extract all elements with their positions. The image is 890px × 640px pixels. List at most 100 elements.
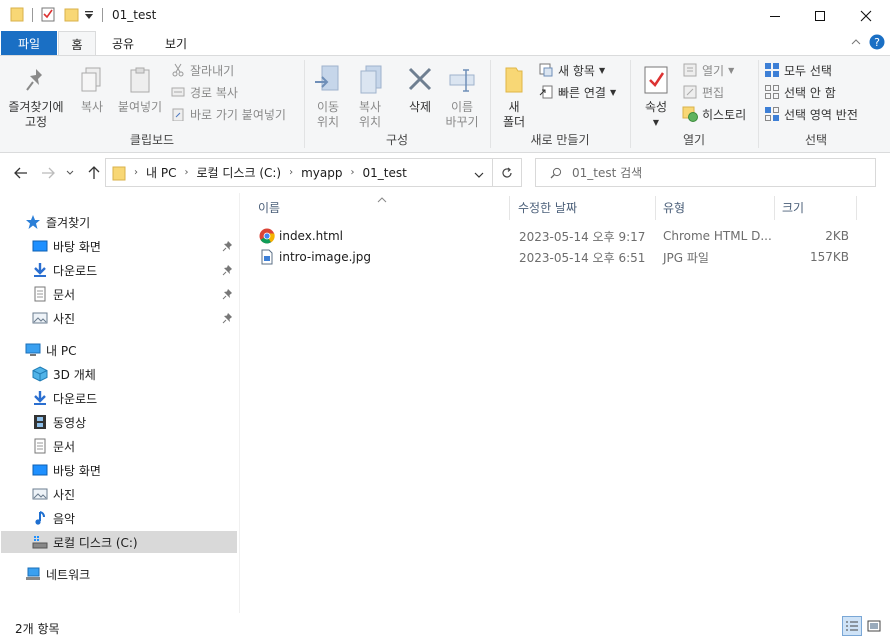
status-item-count: 2개 항목 — [15, 622, 60, 636]
help-icon[interactable]: ? — [869, 34, 885, 53]
nav-network[interactable]: 네트워크 — [25, 563, 90, 585]
up-button[interactable] — [83, 163, 105, 183]
back-button[interactable] — [10, 163, 32, 183]
nav-quick-access[interactable]: 즐겨찾기 — [25, 211, 90, 233]
nav-this-pc[interactable]: 내 PC — [25, 339, 76, 361]
maximize-button[interactable] — [797, 0, 843, 31]
new-item-button[interactable]: 새 항목 ▼ — [538, 60, 605, 80]
open-button[interactable]: 열기 ▼ — [682, 60, 734, 80]
pin-icon[interactable] — [222, 288, 234, 302]
breadcrumb-myapp[interactable]: myapp — [301, 166, 342, 180]
breadcrumb-local-disk[interactable]: 로컬 디스크 (C:) — [196, 164, 281, 181]
column-header-modified[interactable]: 수정한 날짜 — [518, 196, 577, 218]
move-to-label: 이동 위치 — [316, 100, 340, 129]
copy-label: 복사 — [80, 100, 104, 114]
pin-icon[interactable] — [222, 264, 234, 278]
pin-icon[interactable] — [222, 312, 234, 326]
new-folder-quick-icon[interactable] — [64, 6, 80, 26]
easy-access-button[interactable]: 빠른 연결 ▼ — [538, 82, 616, 102]
pin-to-quick-access-button[interactable]: 즐겨찾기에 고정 — [6, 66, 66, 130]
history-button[interactable]: 히스토리 — [682, 104, 746, 124]
nav-downloads[interactable]: 다운로드 — [32, 387, 97, 409]
nav-qa-downloads[interactable]: 다운로드 — [32, 259, 97, 281]
new-item-icon — [538, 62, 554, 78]
nav-pictures[interactable]: 사진 — [32, 483, 75, 505]
details-view-button[interactable] — [842, 616, 862, 636]
pin-icon — [26, 69, 42, 91]
file-row[interactable]: intro-image.jpg 2023-05-14 오후 6:51 JPG 파… — [256, 247, 856, 267]
search-box[interactable]: 01_test 검색 — [535, 158, 876, 187]
file-type: JPG 파일 — [663, 250, 709, 265]
nav-qa-documents[interactable]: 문서 — [32, 283, 75, 305]
nav-qa-desktop[interactable]: 바탕 화면 — [32, 235, 101, 257]
move-to-button[interactable]: 이동 위치 — [308, 64, 348, 130]
properties-quick-icon[interactable] — [40, 6, 56, 26]
chevron-right-icon[interactable]: › — [351, 167, 355, 178]
address-dropdown-icon[interactable] — [474, 168, 484, 182]
delete-button[interactable]: 삭제 — [400, 64, 440, 115]
close-button[interactable] — [843, 0, 889, 31]
breadcrumb-this-pc[interactable]: 내 PC — [146, 164, 176, 181]
chevron-right-icon[interactable]: › — [289, 167, 293, 178]
select-group-label: 선택 — [804, 133, 828, 147]
recent-locations-button[interactable] — [62, 163, 78, 183]
nav-label: 다운로드 — [53, 391, 98, 406]
tab-view[interactable]: 보기 — [152, 31, 200, 55]
window-title: 01_test — [112, 8, 157, 22]
star-icon — [25, 214, 41, 230]
dropdown-arrow-icon: ▼ — [728, 65, 735, 75]
nav-local-disk[interactable]: 로컬 디스크 (C:) — [1, 531, 237, 553]
large-icons-view-button[interactable] — [864, 616, 884, 636]
column-header-size[interactable]: 크기 — [782, 196, 804, 218]
invert-selection-button[interactable]: 선택 영역 반전 — [764, 104, 858, 124]
customize-quick-access-icon[interactable] — [84, 9, 94, 29]
column-header-type[interactable]: 유형 — [663, 196, 685, 218]
svg-text:?: ? — [874, 36, 880, 49]
refresh-button[interactable] — [492, 158, 522, 187]
file-row[interactable]: index.html 2023-05-14 오후 9:17 Chrome HTM… — [256, 226, 856, 246]
edit-button[interactable]: 편집 — [682, 82, 724, 102]
cut-button[interactable]: 잘라내기 — [170, 60, 234, 80]
chrome-icon — [259, 226, 275, 246]
column-header-name[interactable]: 이름 — [258, 196, 280, 218]
address-bar[interactable]: › 내 PC › 로컬 디스크 (C:) › myapp › 01_test — [105, 158, 493, 187]
new-folder-button[interactable]: 새 폴더 — [496, 64, 532, 130]
invert-selection-label: 선택 영역 반전 — [784, 107, 858, 122]
history-icon — [682, 106, 698, 122]
copy-to-button[interactable]: 복사 위치 — [350, 64, 390, 130]
tab-share[interactable]: 공유 — [100, 31, 146, 55]
easy-access-label: 빠른 연결 — [558, 85, 606, 100]
properties-button[interactable]: 속성 ▼ — [636, 64, 676, 130]
file-size: 157KB — [809, 250, 849, 264]
drive-icon — [32, 534, 48, 550]
nav-3d-objects[interactable]: 3D 개체 — [32, 363, 96, 385]
rename-button[interactable]: 이름 바꾸기 — [440, 64, 484, 130]
copy-button[interactable]: 복사 — [74, 66, 110, 115]
pin-icon[interactable] — [222, 240, 234, 254]
collapse-ribbon-icon[interactable] — [850, 36, 862, 51]
nav-music[interactable]: 음악 — [32, 507, 75, 529]
select-none-button[interactable]: 선택 안 함 — [764, 82, 836, 102]
tab-file[interactable]: 파일 — [1, 31, 57, 55]
paste-shortcut-button[interactable]: 바로 가기 붙여넣기 — [170, 104, 286, 124]
minimize-button[interactable] — [752, 0, 798, 31]
tab-home[interactable]: 홈 — [58, 31, 96, 56]
select-all-button[interactable]: 모두 선택 — [764, 60, 832, 80]
nav-desktop[interactable]: 바탕 화면 — [32, 459, 101, 481]
paste-shortcut-icon — [170, 106, 186, 122]
paste-button[interactable]: 붙여넣기 — [114, 66, 166, 115]
download-arrow-icon — [32, 262, 48, 278]
film-icon — [32, 414, 48, 430]
copy-path-button[interactable]: 경로 복사 — [170, 82, 238, 102]
rename-label: 이름 바꾸기 — [445, 100, 479, 129]
chevron-right-icon[interactable]: › — [184, 167, 188, 178]
nav-documents[interactable]: 문서 — [32, 435, 75, 457]
pictures-icon — [32, 310, 48, 326]
forward-button[interactable] — [37, 163, 59, 183]
paste-icon — [130, 67, 150, 93]
nav-label: 사진 — [53, 487, 76, 502]
nav-videos[interactable]: 동영상 — [32, 411, 86, 433]
nav-qa-pictures[interactable]: 사진 — [32, 307, 75, 329]
select-all-icon — [764, 62, 780, 78]
breadcrumb-01-test[interactable]: 01_test — [363, 166, 407, 180]
